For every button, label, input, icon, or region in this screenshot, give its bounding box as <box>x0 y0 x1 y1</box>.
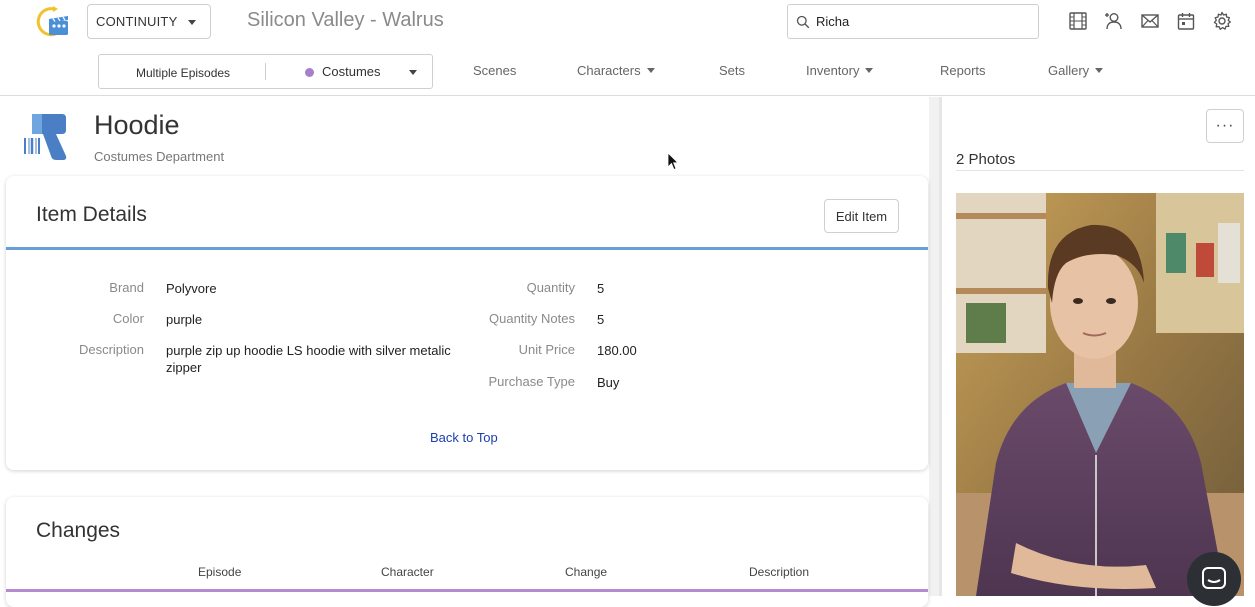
nav-sets[interactable]: Sets <box>719 63 745 78</box>
costume-photo[interactable] <box>956 193 1244 596</box>
add-user-icon[interactable] <box>1104 11 1124 31</box>
changes-title: Changes <box>36 519 121 542</box>
more-options-button[interactable]: ··· <box>1206 109 1244 143</box>
quantity-notes-value: 5 <box>597 312 605 327</box>
back-to-top-link[interactable]: Back to Top <box>430 430 498 445</box>
calendar-icon[interactable] <box>1176 11 1196 31</box>
search-box[interactable] <box>787 4 1039 39</box>
brand-label: Brand <box>109 280 144 295</box>
barcode-scanner-icon <box>24 114 67 160</box>
edit-item-button[interactable]: Edit Item <box>824 199 899 233</box>
nav-gallery-label: Gallery <box>1048 63 1090 78</box>
top-bar: CONTINUITY Silicon Valley - Walrus <box>0 0 1255 44</box>
column-character[interactable]: Character <box>381 565 434 579</box>
unit-price-value: 180.00 <box>597 343 637 358</box>
chevron-down-icon <box>188 20 196 25</box>
quantity-value: 5 <box>597 281 605 296</box>
ellipsis-icon: ··· <box>1215 117 1235 134</box>
chevron-down-icon <box>646 68 655 73</box>
quantity-notes-label: Quantity Notes <box>489 311 575 326</box>
chevron-down-icon <box>865 68 874 73</box>
app-module-label: CONTINUITY <box>96 14 178 29</box>
chevron-down-icon[interactable] <box>409 70 417 75</box>
photos-count: 2 Photos <box>956 151 1016 168</box>
settings-icon[interactable] <box>1212 11 1232 31</box>
film-icon[interactable] <box>1068 11 1088 31</box>
nav-inventory-label: Inventory <box>806 63 860 78</box>
nav-sets-label: Sets <box>719 63 746 78</box>
color-label: Color <box>112 311 144 326</box>
description-label: Description <box>78 342 144 357</box>
project-title: Silicon Valley - Walrus <box>247 9 444 31</box>
changes-accent-line <box>6 589 928 592</box>
chat-icon <box>1202 567 1226 589</box>
column-description[interactable]: Description <box>749 565 809 579</box>
details-accent-line <box>6 247 928 250</box>
episode-department-filter: Multiple Episodes Costumes <box>98 54 433 89</box>
chevron-down-icon <box>1095 68 1104 73</box>
filter-divider <box>265 63 266 80</box>
item-details-card: Item Details Edit Item Brand Polyvore Co… <box>6 176 928 470</box>
nav-reports-label: Reports <box>940 63 986 78</box>
unit-price-label: Unit Price <box>518 342 575 357</box>
department-selector[interactable]: Costumes <box>322 64 381 79</box>
nav-reports[interactable]: Reports <box>940 63 986 78</box>
search-input[interactable] <box>788 5 1038 38</box>
color-value: purple <box>166 312 203 327</box>
navigation-bar: Multiple Episodes Costumes Scenes Charac… <box>0 44 1255 96</box>
nav-characters[interactable]: Characters <box>577 63 655 78</box>
panel-divider <box>939 97 942 596</box>
brand-value: Polyvore <box>166 281 217 296</box>
mail-icon[interactable] <box>1140 11 1160 31</box>
episodes-selector[interactable]: Multiple Episodes <box>136 66 230 80</box>
chat-support-button[interactable] <box>1187 552 1241 606</box>
changes-card: Changes Episode Character Change Descrip… <box>6 497 928 607</box>
photos-divider <box>956 170 1244 171</box>
column-episode[interactable]: Episode <box>198 565 241 579</box>
column-change[interactable]: Change <box>565 565 607 579</box>
main-scrollbar[interactable] <box>929 97 939 596</box>
search-icon <box>796 15 810 29</box>
purchase-type-value: Buy <box>597 375 620 390</box>
department-color-dot <box>305 68 314 77</box>
description-value: purple zip up hoodie LS hoodie with silv… <box>166 343 451 375</box>
item-department: Costumes Department <box>94 149 225 164</box>
purchase-type-label: Purchase Type <box>488 374 575 389</box>
nav-gallery[interactable]: Gallery <box>1048 63 1104 78</box>
app-module-dropdown[interactable]: CONTINUITY <box>87 4 211 39</box>
continuity-logo-icon[interactable] <box>34 5 70 39</box>
nav-characters-label: Characters <box>577 63 641 78</box>
mouse-cursor-icon <box>667 152 679 171</box>
item-details-title: Item Details <box>36 203 147 226</box>
nav-inventory[interactable]: Inventory <box>806 63 874 78</box>
nav-scenes[interactable]: Scenes <box>473 63 516 78</box>
quantity-label: Quantity <box>526 280 575 295</box>
item-title: Hoodie <box>94 110 180 140</box>
nav-scenes-label: Scenes <box>473 63 517 78</box>
